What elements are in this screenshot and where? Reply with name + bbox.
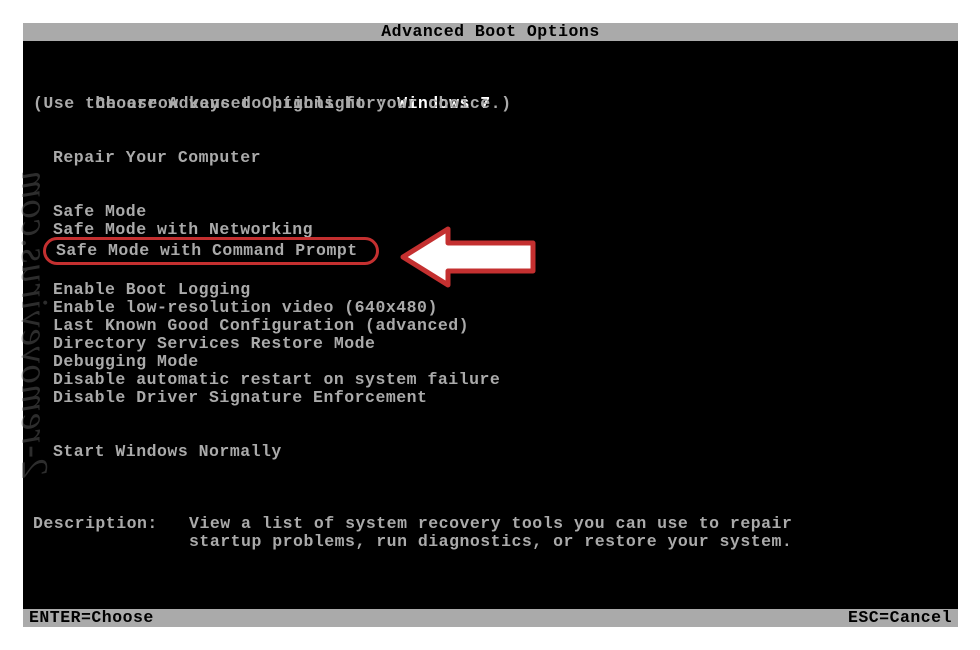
- description-row: Description: View a list of system recov…: [23, 515, 958, 533]
- menu-debug[interactable]: Debugging Mode: [23, 353, 958, 371]
- title-bar: Advanced Boot Options: [23, 23, 958, 41]
- choose-line: Choose Advanced Options for: Windows 7: [23, 77, 958, 95]
- description-label: Description:: [33, 515, 189, 533]
- menu-lkgc[interactable]: Last Known Good Configuration (advanced): [23, 317, 958, 335]
- menu-low-res[interactable]: Enable low-resolution video (640x480): [23, 299, 958, 317]
- footer-enter: ENTER=Choose: [29, 609, 154, 627]
- screen-title: Advanced Boot Options: [381, 22, 599, 41]
- safe-mode-cmd-label: Safe Mode with Command Prompt: [56, 241, 358, 260]
- menu-start-normally[interactable]: Start Windows Normally: [23, 443, 958, 461]
- description-line2: startup problems, run diagnostics, or re…: [23, 533, 958, 551]
- menu-repair[interactable]: Repair Your Computer: [23, 149, 958, 167]
- menu-dsrm[interactable]: Directory Services Restore Mode: [23, 335, 958, 353]
- pointer-arrow-icon: [393, 217, 553, 297]
- footer-bar: ENTER=Choose ESC=Cancel: [23, 609, 958, 627]
- instructions: (Use the arrow keys to highlight your ch…: [23, 95, 958, 113]
- menu-no-sig[interactable]: Disable Driver Signature Enforcement: [23, 389, 958, 407]
- menu-safe-mode-cmd-highlighted[interactable]: Safe Mode with Command Prompt: [43, 237, 379, 265]
- footer-esc: ESC=Cancel: [848, 609, 952, 627]
- description-line1: View a list of system recovery tools you…: [189, 515, 792, 533]
- menu-no-restart[interactable]: Disable automatic restart on system fail…: [23, 371, 958, 389]
- boot-console: Advanced Boot Options Choose Advanced Op…: [23, 23, 958, 627]
